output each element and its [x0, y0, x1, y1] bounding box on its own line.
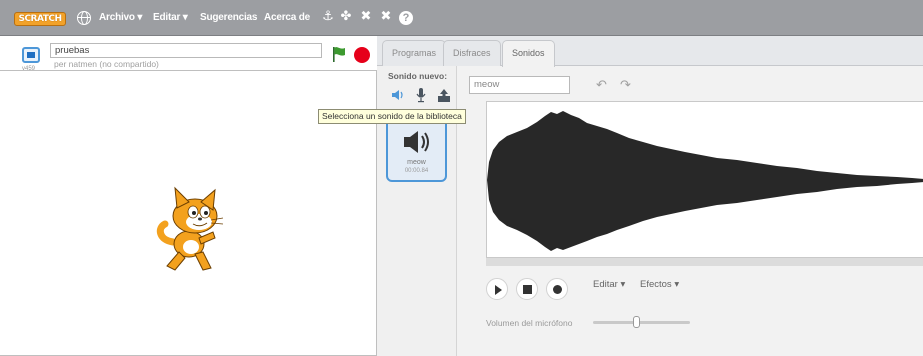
cat-sprite[interactable] [155, 180, 235, 280]
speaker-icon [404, 131, 429, 153]
play-button[interactable] [486, 278, 508, 300]
stop-button[interactable] [354, 47, 370, 63]
presentation-mode-icon[interactable] [22, 47, 40, 63]
scratch-logo[interactable]: SCRATCH [14, 12, 66, 26]
green-flag-icon[interactable] [332, 46, 346, 62]
menu-archivo[interactable]: Archivo ▾ [99, 12, 142, 23]
menu-acerca-de[interactable]: Acerca de [264, 12, 310, 23]
redo-icon[interactable]: ↷ [620, 78, 631, 93]
grow-icon[interactable]: ✖ [358, 9, 374, 25]
sound-item-duration: 00:00.84 [404, 168, 429, 174]
waveform [487, 111, 923, 251]
edit-menu[interactable]: Editar ▾ [593, 279, 625, 290]
upload-sound-icon[interactable] [436, 87, 452, 103]
stop-sound-button[interactable] [516, 278, 538, 300]
sound-name-input[interactable]: meow [469, 76, 570, 94]
mic-volume-slider[interactable] [593, 321, 690, 324]
menu-editar[interactable]: Editar ▾ [153, 12, 188, 23]
tab-sonidos[interactable]: Sonidos [502, 40, 555, 67]
waveform-area[interactable] [486, 101, 923, 258]
shrink-icon[interactable]: ✖ [378, 9, 394, 25]
project-byline: per natmen (no compartido) [54, 59, 159, 69]
duplicate-stamp-icon[interactable]: ⚓ [320, 9, 336, 25]
language-globe-icon[interactable] [77, 11, 91, 25]
menu-bar: SCRATCH Archivo ▾ Editar ▾ Sugerencias A… [0, 0, 923, 36]
effects-menu[interactable]: Efectos ▾ [640, 279, 679, 290]
play-icon [495, 285, 502, 295]
new-sound-label: Sonido nuevo: [388, 71, 448, 81]
record-microphone-icon[interactable] [413, 87, 429, 103]
logo-text: SCRATCH [18, 14, 62, 24]
sound-library-icon[interactable] [390, 87, 406, 103]
mic-volume-label: Volumen del micrófono [486, 318, 573, 328]
undo-icon[interactable]: ↶ [596, 78, 607, 93]
mic-volume-knob[interactable] [633, 316, 641, 328]
record-button[interactable] [546, 278, 568, 300]
waveform-scrollbar[interactable] [486, 258, 923, 266]
tooltip: Selecciona un sonido de la biblioteca [318, 109, 466, 124]
menu-sugerencias[interactable]: Sugerencias [200, 12, 257, 23]
stop-icon [523, 285, 532, 294]
project-title-input[interactable]: pruebas [50, 43, 322, 58]
help-icon[interactable]: ? [399, 11, 413, 25]
delete-scissors-icon[interactable]: ✤ [338, 9, 354, 25]
tab-disfraces[interactable]: Disfraces [443, 40, 501, 66]
sound-item-name: meow [407, 159, 426, 166]
tab-programas[interactable]: Programas [382, 40, 447, 66]
record-icon [553, 285, 562, 294]
